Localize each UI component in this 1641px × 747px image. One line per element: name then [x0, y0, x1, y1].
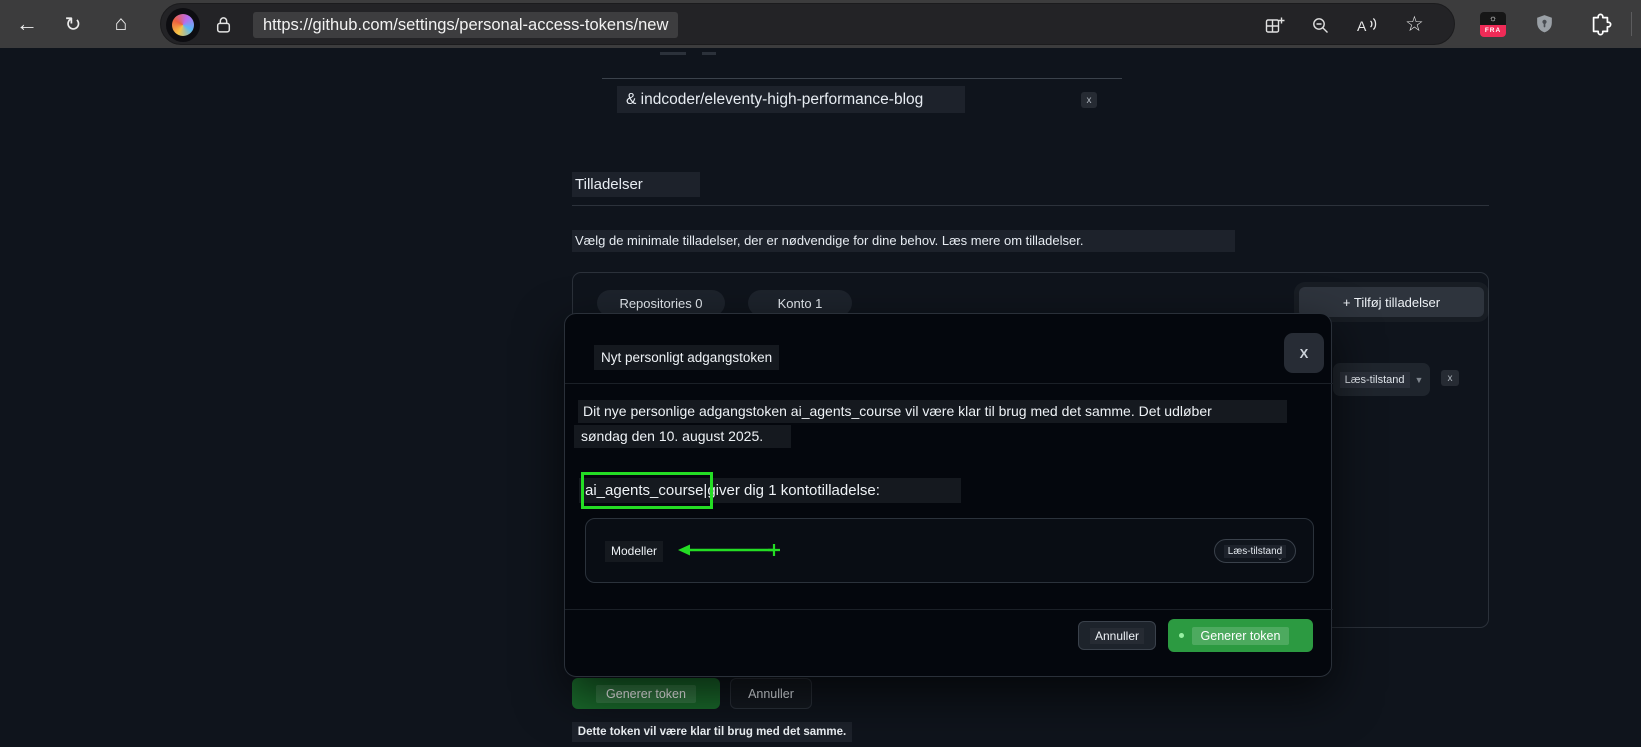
read-aloud-icon: A [1357, 17, 1377, 34]
dropdown-label: Læs-tilstand [1339, 371, 1410, 388]
permission-level-pill[interactable]: Læs-tilstand ⌄ [1214, 539, 1296, 563]
split-screen-button[interactable] [1264, 16, 1286, 41]
refresh-icon: ↻ [64, 13, 82, 36]
favorites-button[interactable]: ☆ [1405, 12, 1424, 37]
shield-keyhole-icon [1536, 15, 1552, 33]
dialog-generate-label: Generer token [1191, 626, 1290, 645]
back-button[interactable]: ← [10, 7, 44, 41]
dialog-cancel-label: Annuller [1089, 627, 1145, 644]
list-divider [602, 78, 1122, 79]
url-input[interactable]: https://github.com/settings/personal-acc… [253, 12, 679, 38]
grid-plus-icon [1265, 17, 1285, 33]
refresh-button[interactable]: ↻ [56, 7, 90, 41]
puzzle-icon [1592, 13, 1611, 35]
dialog-generate-button[interactable]: Generer token [1168, 619, 1313, 652]
generate-token-button-page[interactable]: Generer token [572, 678, 720, 709]
back-icon: ← [16, 11, 38, 36]
dialog-body-line2: søndag den 10. august 2025. [574, 425, 791, 448]
cursor-dot [1179, 633, 1184, 638]
add-permissions-button[interactable]: + Tilføj tilladelser [1299, 287, 1484, 317]
dialog-close-button[interactable]: X [1284, 333, 1324, 373]
star-icon: ☆ [1405, 13, 1424, 36]
dialog-header-divider [565, 383, 1333, 384]
permissions-description: Vælg de minimale tilladelser, der er nød… [572, 230, 1235, 252]
permissions-heading: Tilladelser [572, 172, 700, 197]
account-permission-dropdown[interactable]: Læs-tilstand ▼ [1333, 363, 1430, 396]
chevron-down-icon: ▼ [1414, 374, 1424, 385]
fra-extension-icon: ☼ FRA [1480, 11, 1506, 37]
clipped-content-artifact [702, 52, 716, 55]
copilot-icon [172, 14, 194, 36]
generate-token-label: Generer token [596, 684, 696, 703]
github-token-page: & indcoder/eleventy-high-performance-blo… [0, 48, 1641, 747]
chevron-down-icon: ⌄ [1277, 555, 1283, 562]
permission-box: Modeller Læs-tilstand ⌄ [585, 518, 1314, 583]
extension-fra-button[interactable]: ☼ FRA [1478, 9, 1508, 39]
permission-name: Modeller [605, 541, 664, 562]
summary-rest-text: giver dig 1 kontotilladelse: [707, 482, 880, 499]
sparkle-icon: ☼ [1480, 11, 1506, 25]
password-manager-button[interactable] [1529, 9, 1559, 39]
dialog-cancel-button[interactable]: Annuller [1078, 621, 1156, 650]
annotation-highlight-box [581, 472, 713, 509]
section-divider [572, 205, 1489, 206]
home-button[interactable]: ⌂ [104, 7, 138, 41]
zoom-out-icon [1313, 18, 1328, 33]
dialog-body-line1: Dit nye personlige adgangstoken ai_agent… [578, 400, 1287, 423]
new-token-dialog: Nyt personligt adgangstoken X Dit nye pe… [564, 313, 1333, 677]
extensions-button[interactable] [1585, 9, 1615, 39]
cancel-button-page[interactable]: Annuller [730, 678, 812, 709]
home-icon: ⌂ [114, 12, 128, 35]
copilot-button[interactable] [166, 8, 200, 42]
dialog-title: Nyt personligt adgangstoken [594, 345, 780, 370]
url-bar[interactable]: https://github.com/settings/personal-acc… [160, 3, 1455, 45]
remove-permission-button[interactable]: x [1441, 370, 1459, 386]
browser-window: ← ↻ ⌂ https://github.com/settings/person… [0, 0, 1641, 747]
dialog-footer-divider [565, 609, 1333, 610]
zoom-button[interactable] [1311, 16, 1331, 41]
lock-icon[interactable] [215, 16, 232, 40]
fra-extension-badge: FRA [1480, 24, 1506, 37]
clipped-content-artifact [660, 52, 686, 55]
toolbar-divider [1631, 12, 1632, 36]
selected-repo-row: & indcoder/eleventy-high-performance-blo… [617, 86, 965, 113]
browser-toolbar: ← ↻ ⌂ https://github.com/settings/person… [0, 0, 1641, 48]
remove-repo-button[interactable]: x [1081, 92, 1097, 108]
annotation-arrow-icon [678, 544, 780, 556]
svg-text:A: A [1357, 18, 1367, 34]
read-aloud-button[interactable]: A [1357, 16, 1378, 41]
token-ready-note: Dette token vil være klar til brug med d… [572, 722, 852, 742]
